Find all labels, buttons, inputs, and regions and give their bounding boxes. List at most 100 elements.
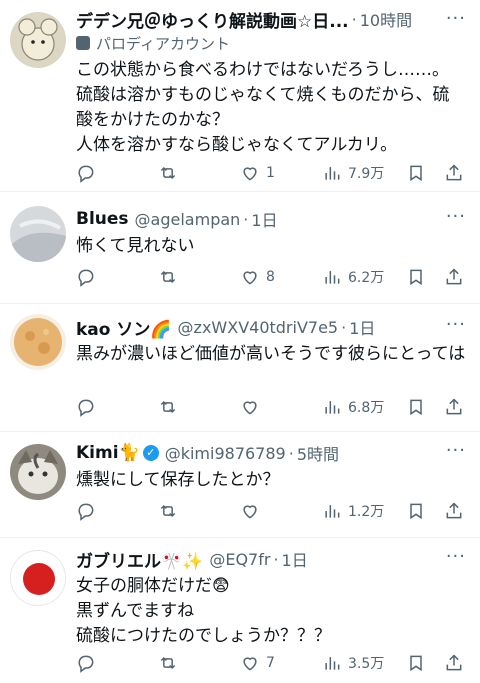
reply-button[interactable] [76,650,102,676]
reply-button[interactable] [76,264,102,290]
more-options-icon[interactable]: ··· [446,314,466,335]
more-options-icon[interactable]: ··· [446,8,466,29]
action-bar: 8 6.2万 [76,264,470,290]
post-text: この状態から食べるわけではないだろうし……。 硫酸は溶かすものじゃなくて焼くもの… [76,60,450,155]
timestamp[interactable]: 5時間 [297,441,339,465]
avatar[interactable] [10,12,66,68]
views-icon [325,657,340,670]
repost-button[interactable] [158,650,184,676]
views-button[interactable]: 7.9万 [322,160,384,186]
timestamp[interactable]: 1日 [349,315,375,339]
avatar-image [11,551,65,605]
like-button[interactable] [240,394,266,420]
bookmark-icon [410,503,422,520]
separator: · [288,443,294,463]
user-handle[interactable]: @kimi9876789 [165,444,286,463]
views-icon [325,271,340,284]
views-button[interactable]: 6.2万 [322,264,384,290]
reply-button[interactable] [76,498,102,524]
timestamp[interactable]: 1日 [251,207,277,231]
views-button[interactable]: 6.8万 [322,394,384,420]
repost-button[interactable] [158,498,184,524]
account-label: パロディアカウント [76,32,466,54]
reply-icon [78,399,94,417]
views-button[interactable]: 1.2万 [322,498,384,524]
repost-button[interactable] [158,160,184,186]
user-handle[interactable]: @agelampan [135,210,241,229]
avatar-image [10,444,66,500]
views-button[interactable]: 3.5万 [322,650,384,676]
like-button[interactable]: 7 [240,650,275,676]
separator: · [341,317,347,337]
view-count: 7.9万 [348,166,385,182]
display-name[interactable]: デデン兄＠ゆっくり解説動画☆日... [76,7,349,32]
view-count: 1.2万 [348,504,385,520]
bookmark-icon [410,399,422,416]
avatar[interactable] [10,444,66,500]
like-icon [243,401,257,415]
display-name[interactable]: ガブリエル🎌✨ [76,547,203,572]
bookmark-button[interactable] [406,264,426,290]
like-button[interactable]: 1 [240,160,275,186]
like-count: 1 [266,165,275,181]
post-text: 燻製にして保存したとか？ [76,470,280,490]
views-icon [325,505,340,518]
like-count: 7 [266,655,275,671]
repost-button[interactable] [158,394,184,420]
like-icon [243,657,257,671]
share-icon [446,398,462,415]
post-text: 黒みが濃いほど価値が高いそうです彼らにとっては [76,344,466,364]
more-options-icon[interactable]: ··· [446,546,466,567]
share-icon [446,164,462,181]
like-button[interactable] [240,498,266,524]
like-icon [243,271,257,285]
separator: · [243,209,249,229]
reply-button[interactable] [76,160,102,186]
post[interactable]: ガブリエル🎌✨ @EQ7fr · 1日 ··· 女子の胴体だけだ😨 黒ずんでます… [0,538,480,683]
post[interactable]: Blues @agelampan · 1日 ··· 怖くて見れない 8 6.2万 [0,192,480,304]
display-name[interactable]: Blues [76,209,129,229]
repost-icon [160,270,176,284]
parody-icon [76,36,90,50]
share-button[interactable] [444,394,464,420]
bookmark-icon [410,269,422,286]
view-count: 3.5万 [348,656,385,672]
share-button[interactable] [444,498,464,524]
share-button[interactable] [444,650,464,676]
avatar-image [10,12,66,68]
bookmark-button[interactable] [406,160,426,186]
user-handle[interactable]: @zxWXV40tdriV7e5 [178,318,339,337]
like-button[interactable]: 8 [240,264,275,290]
timestamp[interactable]: 10時間 [360,7,412,31]
post[interactable]: デデン兄＠ゆっくり解説動画☆日... · 10時間 ··· パロディアカウント … [0,0,480,192]
share-button[interactable] [444,160,464,186]
reply-icon [78,165,94,183]
avatar-image [10,314,66,370]
repost-icon [160,400,176,414]
reply-icon [78,503,94,521]
reply-icon [78,655,94,673]
avatar[interactable] [10,206,66,262]
post-header: Kimi🐈 ✓ @kimi9876789 · 5時間 [76,440,466,466]
more-options-icon[interactable]: ··· [446,440,466,461]
share-button[interactable] [444,264,464,290]
avatar[interactable] [10,314,66,370]
views-icon [325,401,340,414]
timestamp[interactable]: 1日 [282,547,308,571]
more-options-icon[interactable]: ··· [446,206,466,227]
bookmark-button[interactable] [406,498,426,524]
display-name[interactable]: kao ソン🌈 [76,315,172,340]
post[interactable]: kao ソン🌈 @zxWXV40tdriV7e5 · 1日 ··· 黒みが濃いほ… [0,304,480,432]
post-header: ガブリエル🎌✨ @EQ7fr · 1日 [76,546,466,572]
reply-button[interactable] [76,394,102,420]
parody-label: パロディアカウント [96,34,230,53]
action-bar: 7 3.5万 [76,650,470,676]
repost-button[interactable] [158,264,184,290]
bookmark-button[interactable] [406,650,426,676]
action-bar: 1 7.9万 [76,160,470,186]
post[interactable]: Kimi🐈 ✓ @kimi9876789 · 5時間 ··· 燻製にして保存した… [0,432,480,538]
display-name[interactable]: Kimi🐈 [76,443,140,463]
user-handle[interactable]: @EQ7fr [209,550,270,569]
avatar[interactable] [10,550,66,606]
bookmark-button[interactable] [406,394,426,420]
